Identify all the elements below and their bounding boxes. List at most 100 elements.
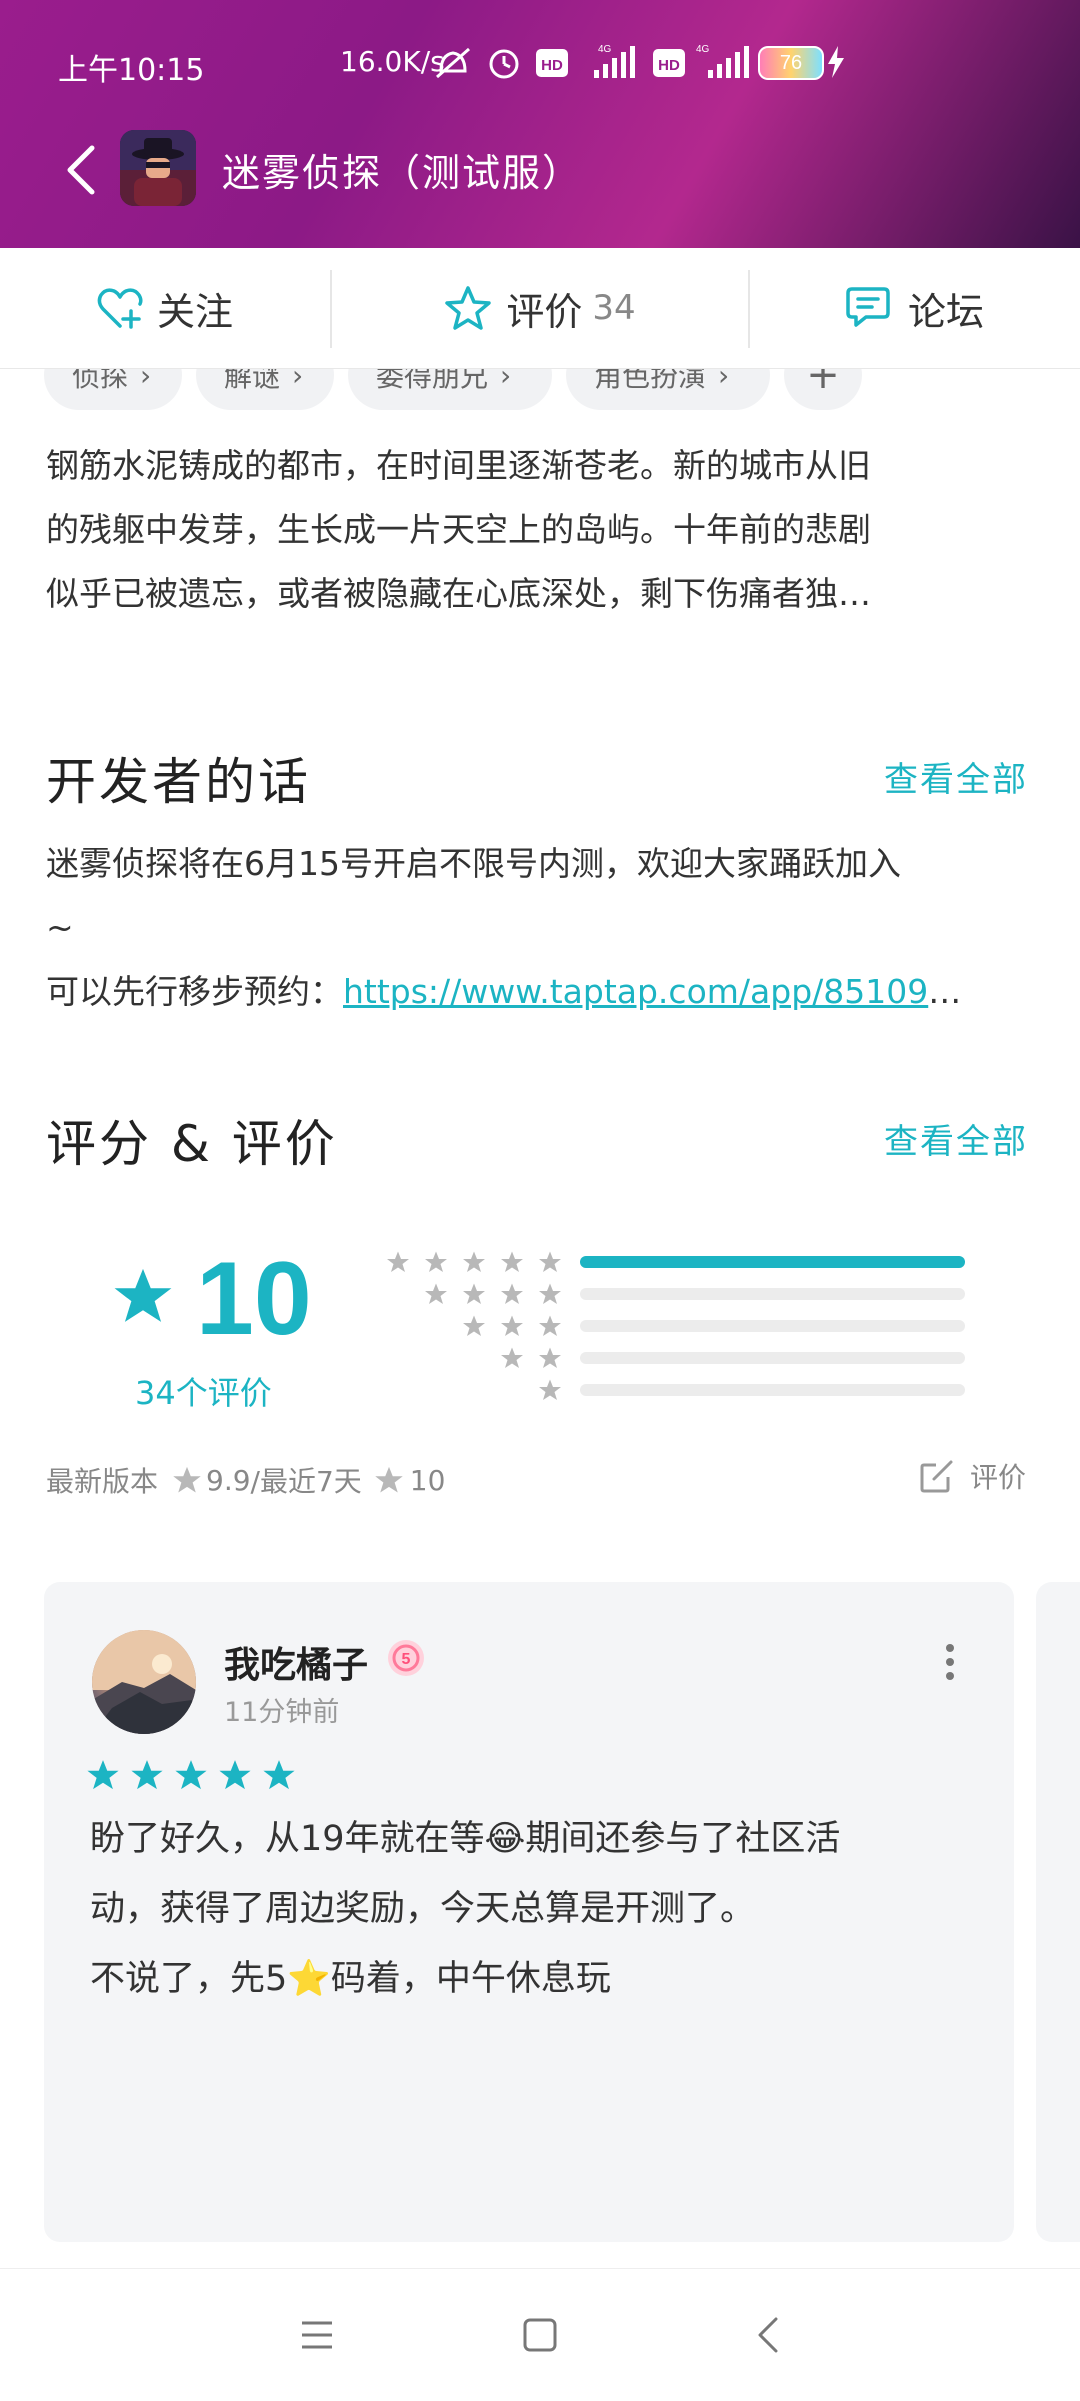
distribution-bar-track bbox=[580, 1256, 965, 1268]
review-star-rating bbox=[86, 1758, 306, 1792]
recent-label: /最近7天 bbox=[250, 1465, 362, 1498]
system-navigation-bar bbox=[0, 2268, 1080, 2401]
review-count: 34 bbox=[592, 288, 636, 328]
distribution-bar-track bbox=[580, 1384, 965, 1396]
svg-text:HD: HD bbox=[541, 57, 563, 74]
write-review-label: 评价 bbox=[970, 1461, 1027, 1494]
distribution-star-icon bbox=[501, 1315, 523, 1336]
developer-section-title: 开发者的话 bbox=[46, 753, 311, 811]
alarm-icon bbox=[489, 49, 519, 79]
mute-icon bbox=[436, 47, 470, 79]
distribution-star-icon bbox=[463, 1251, 485, 1272]
review-line: 不说了，先5⭐码着，中午休息玩 bbox=[90, 1959, 611, 1999]
distribution-star-icon bbox=[425, 1283, 447, 1304]
back-nav-icon[interactable] bbox=[756, 2315, 780, 2355]
distribution-star-icon bbox=[501, 1347, 523, 1368]
distribution-star-icon bbox=[501, 1283, 523, 1304]
distribution-star-icon bbox=[463, 1283, 485, 1304]
app-header: 上午10:15 16.0K/s HD 4G HD 4G 76 迷雾侦探（测试服） bbox=[0, 0, 1080, 248]
charging-icon bbox=[828, 46, 844, 78]
edit-icon bbox=[920, 1460, 953, 1493]
svg-text:HD: HD bbox=[658, 57, 680, 74]
heart-plus-icon bbox=[97, 286, 143, 330]
small-star-icon bbox=[375, 1466, 403, 1493]
review-card[interactable]: 我吃橘子 5 11分钟前 盼了好久，从19年就在等😂期间还参与了社区活 动，获得… bbox=[44, 1582, 1014, 2242]
status-time: 上午10:15 bbox=[58, 53, 205, 88]
distribution-star-icon bbox=[539, 1379, 561, 1400]
developer-note-link-line: 可以先行移步预约：https://www.taptap.com/app/8510… bbox=[46, 960, 1046, 1024]
game-icon bbox=[120, 130, 196, 206]
game-title: 迷雾侦探（测试服） bbox=[222, 151, 583, 195]
tag-chip[interactable]: 解谜 › bbox=[196, 369, 334, 410]
developer-note-line: 迷雾侦探将在6月15号开启不限号内测，欢迎大家踊跃加入 bbox=[46, 844, 901, 883]
distribution-bar-track bbox=[580, 1352, 965, 1364]
rating-meta-row: 最新版本 9.9 /最近7天 10 bbox=[46, 1460, 445, 1500]
signal-4g-icon: 4G bbox=[594, 44, 635, 78]
description-line: 的残躯中发芽，生长成一片天空上的岛屿。十年前的悲剧 bbox=[46, 510, 871, 549]
distribution-star-icon bbox=[387, 1251, 409, 1272]
tag-chip[interactable]: 委得朋兄 › bbox=[348, 369, 552, 410]
distribution-star-icon bbox=[539, 1347, 561, 1368]
write-review-button[interactable]: 评价 bbox=[918, 1456, 1026, 1496]
hd-icon: HD bbox=[536, 49, 568, 77]
distribution-bar-track bbox=[580, 1288, 965, 1300]
back-button[interactable] bbox=[58, 140, 108, 200]
distribution-star-icon bbox=[539, 1315, 561, 1336]
battery-icon: 76 bbox=[758, 46, 824, 80]
review-star-icon bbox=[175, 1760, 207, 1790]
tag-label: 角色扮演 bbox=[594, 369, 707, 393]
ratings-view-all-link[interactable]: 查看全部 bbox=[884, 1114, 1028, 1163]
home-icon[interactable] bbox=[522, 2317, 558, 2353]
description-line: 似乎已被遗忘，或者被隐藏在心底深处，剩下伤痛者独… bbox=[46, 574, 871, 613]
add-tag-button[interactable]: + bbox=[784, 369, 862, 410]
review-star-icon bbox=[131, 1760, 163, 1790]
forum-label: 论坛 bbox=[907, 289, 984, 334]
status-net-speed: 16.0K/s bbox=[340, 45, 445, 78]
tag-chip[interactable]: 角色扮演 › bbox=[566, 369, 770, 410]
ratings-section-title: 评分 & 评价 bbox=[46, 1115, 338, 1173]
developer-view-all-link[interactable]: 查看全部 bbox=[884, 752, 1028, 801]
appointment-link[interactable]: https://www.taptap.com/app/85109 bbox=[343, 972, 928, 1011]
distribution-star-icon bbox=[463, 1315, 485, 1336]
review-tab[interactable]: 评价 34 bbox=[332, 248, 748, 368]
developer-note: 迷雾侦探将在6月15号开启不限号内测，欢迎大家踊跃加入 ~ 可以先行移步预约：h… bbox=[46, 832, 1046, 1024]
review-line: 动，获得了周边奖励，今天总算是开测了。 bbox=[90, 1889, 756, 1929]
review-star-icon bbox=[87, 1760, 119, 1790]
distribution-star-icon bbox=[425, 1251, 447, 1272]
svg-text:4G: 4G bbox=[598, 44, 612, 55]
average-score: 10 bbox=[196, 1241, 312, 1357]
latest-version-score: 9.9 bbox=[206, 1463, 251, 1497]
distribution-bar-track bbox=[580, 1320, 965, 1332]
review-label: 评价 bbox=[506, 289, 583, 334]
tag-label: 解谜 bbox=[224, 369, 281, 393]
signal-4g-icon-2: 4G bbox=[696, 44, 749, 78]
next-review-card[interactable] bbox=[1036, 1582, 1080, 2242]
plus-icon: + bbox=[806, 369, 840, 398]
distribution-star-icon bbox=[539, 1283, 561, 1304]
action-tab-bar: 关注 评价 34 论坛 bbox=[0, 248, 1080, 369]
more-options-icon[interactable] bbox=[942, 1642, 958, 1682]
menu-icon[interactable] bbox=[300, 2319, 334, 2351]
recent-score: 10 bbox=[409, 1463, 446, 1497]
latest-version-label: 最新版本 bbox=[46, 1465, 159, 1498]
score-star-icon bbox=[114, 1268, 172, 1322]
avatar[interactable] bbox=[92, 1630, 196, 1734]
chat-bubble-icon bbox=[846, 285, 894, 331]
tags-row: 侦探 › 解谜 › 委得朋兄 › 角色扮演 › + bbox=[0, 369, 1080, 414]
review-star-icon bbox=[263, 1760, 295, 1790]
distribution-bar-fill bbox=[580, 1256, 965, 1268]
developer-note-line: ~ bbox=[46, 908, 74, 947]
follow-label: 关注 bbox=[156, 289, 233, 334]
forum-tab[interactable]: 论坛 bbox=[750, 248, 1080, 368]
user-badge-icon: 5 bbox=[388, 1640, 424, 1676]
distribution-star-icon bbox=[501, 1251, 523, 1272]
svg-text:5: 5 bbox=[402, 1651, 411, 1668]
tag-chip[interactable]: 侦探 › bbox=[44, 369, 182, 410]
tag-label: 侦探 bbox=[72, 369, 129, 393]
reviewer-name[interactable]: 我吃橘子 bbox=[224, 1636, 368, 1688]
review-body: 盼了好久，从19年就在等😂期间还参与了社区活 动，获得了周边奖励，今天总算是开测… bbox=[90, 1804, 990, 2014]
review-time: 11分钟前 bbox=[224, 1697, 340, 1728]
follow-tab[interactable]: 关注 bbox=[0, 248, 330, 368]
review-line: 盼了好久，从19年就在等😂期间还参与了社区活 bbox=[90, 1819, 841, 1859]
star-outline-icon bbox=[444, 285, 492, 331]
